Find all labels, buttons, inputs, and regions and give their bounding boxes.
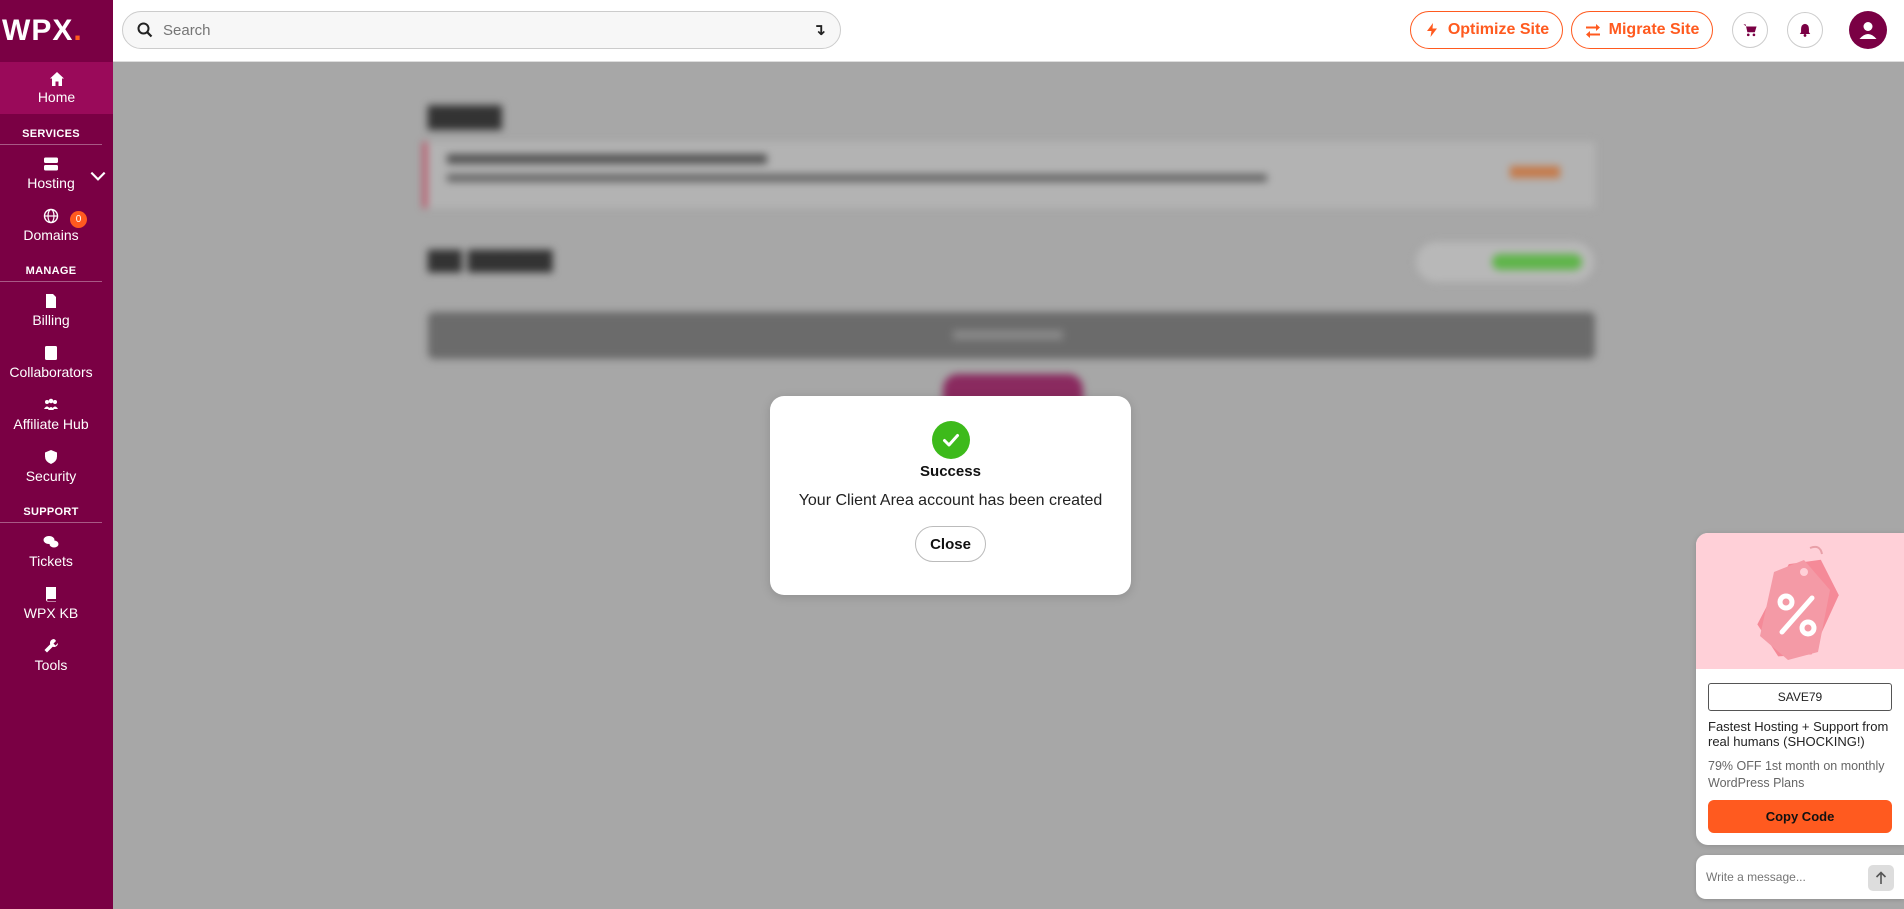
migrate-site-label: Migrate Site bbox=[1608, 21, 1700, 38]
logo-text: WPX bbox=[2, 14, 74, 47]
sidebar-item-billing[interactable]: Billing bbox=[0, 284, 102, 336]
sidebar: WPX. Home SERVICES Hosting Domains 0 MAN… bbox=[0, 0, 113, 909]
success-check-icon bbox=[931, 421, 970, 459]
section-label-services: SERVICES bbox=[0, 128, 102, 145]
book-icon bbox=[45, 586, 56, 601]
dialog-message: Your Client Area account has been create… bbox=[798, 492, 1103, 509]
sidebar-item-label: Domains bbox=[23, 226, 79, 243]
users-icon bbox=[44, 398, 58, 410]
send-button[interactable] bbox=[1868, 865, 1894, 891]
success-dialog: Success Your Client Area account has bee… bbox=[770, 396, 1131, 595]
section-label-manage: MANAGE bbox=[0, 265, 102, 282]
sidebar-item-label: Tickets bbox=[29, 552, 73, 569]
sidebar-item-tools[interactable]: Tools bbox=[0, 629, 102, 681]
optimize-site-label: Optimize Site bbox=[1447, 21, 1550, 38]
chat-bubbles-icon bbox=[43, 535, 59, 547]
search-input[interactable] bbox=[163, 21, 813, 39]
promo-widget: SAVE79 Fastest Hosting + Support from re… bbox=[1696, 533, 1904, 845]
search-bar[interactable]: ↴ bbox=[122, 11, 841, 49]
sidebar-item-security[interactable]: Security bbox=[0, 440, 102, 492]
wpx-logo[interactable]: WPX. bbox=[0, 0, 113, 62]
user-icon bbox=[1859, 22, 1877, 39]
sidebar-item-label: Hosting bbox=[27, 174, 75, 191]
sidebar-item-label: WPX KB bbox=[23, 604, 79, 621]
sidebar-item-hosting[interactable]: Hosting bbox=[0, 147, 106, 199]
blurred-heading: ▇▇▇▇ bbox=[428, 103, 502, 130]
blurred-alert bbox=[423, 142, 1595, 208]
top-bar: ↴ Optimize Site Migrate Site bbox=[113, 0, 1904, 62]
bell-icon bbox=[1799, 23, 1811, 37]
blurred-status-pill bbox=[1416, 242, 1594, 282]
discount-tag-image bbox=[1696, 533, 1904, 669]
sidebar-item-wpx-kb[interactable]: WPX KB bbox=[0, 577, 102, 629]
promo-code-field[interactable]: SAVE79 bbox=[1708, 683, 1892, 711]
sidebar-item-label: Security bbox=[25, 467, 77, 484]
sidebar-item-tickets[interactable]: Tickets bbox=[0, 525, 102, 577]
domains-count-badge: 0 bbox=[70, 211, 87, 228]
cart-icon bbox=[1743, 24, 1757, 37]
chat-message-box bbox=[1696, 855, 1904, 899]
home-icon bbox=[49, 72, 64, 86]
sidebar-item-domains[interactable]: Domains 0 bbox=[0, 199, 102, 251]
blurred-banner bbox=[428, 312, 1595, 359]
chevron-down-icon[interactable] bbox=[90, 168, 106, 184]
sidebar-item-label: Billing bbox=[32, 311, 70, 328]
migrate-site-button[interactable]: Migrate Site bbox=[1571, 11, 1713, 49]
promo-headline: Fastest Hosting + Support from real huma… bbox=[1708, 719, 1889, 749]
blurred-section-heading: ▇▇ ▇▇▇▇▇ bbox=[428, 247, 553, 272]
globe-icon bbox=[43, 208, 59, 223]
return-arrow-icon: ↴ bbox=[812, 22, 826, 39]
sidebar-item-affiliate-hub[interactable]: Affiliate Hub bbox=[0, 388, 102, 440]
cart-button[interactable] bbox=[1732, 12, 1768, 48]
sidebar-item-label: Affiliate Hub bbox=[13, 415, 89, 432]
arrow-up-icon bbox=[1875, 871, 1887, 884]
server-icon bbox=[44, 157, 58, 170]
logo-dot: . bbox=[73, 14, 83, 47]
invoice-icon bbox=[46, 293, 56, 308]
sidebar-item-label: Collaborators bbox=[9, 363, 93, 380]
sidebar-item-label: Tools bbox=[34, 656, 68, 673]
sidebar-item-collaborators[interactable]: Collaborators bbox=[0, 336, 102, 388]
section-label-support: SUPPORT bbox=[0, 506, 102, 523]
close-button[interactable]: Close bbox=[915, 526, 986, 562]
promo-subtext: 79% OFF 1st month on monthly WordPress P… bbox=[1708, 759, 1885, 790]
swap-arrows-icon bbox=[1585, 24, 1600, 38]
optimize-site-button[interactable]: Optimize Site bbox=[1410, 11, 1563, 49]
notifications-button[interactable] bbox=[1787, 12, 1823, 48]
dialog-title: Success bbox=[920, 463, 981, 480]
copy-code-button[interactable]: Copy Code bbox=[1708, 800, 1892, 833]
search-icon bbox=[137, 22, 153, 38]
lightning-icon bbox=[1426, 23, 1437, 37]
contact-card-icon bbox=[45, 345, 57, 360]
shield-icon bbox=[45, 449, 57, 464]
chat-message-input[interactable] bbox=[1706, 870, 1856, 884]
user-avatar-button[interactable] bbox=[1849, 11, 1887, 49]
wrench-icon bbox=[44, 638, 59, 652]
sidebar-item-label: Home bbox=[37, 89, 76, 105]
sidebar-item-home[interactable]: Home bbox=[0, 62, 113, 114]
percent-tag-icon bbox=[1757, 545, 1839, 660]
